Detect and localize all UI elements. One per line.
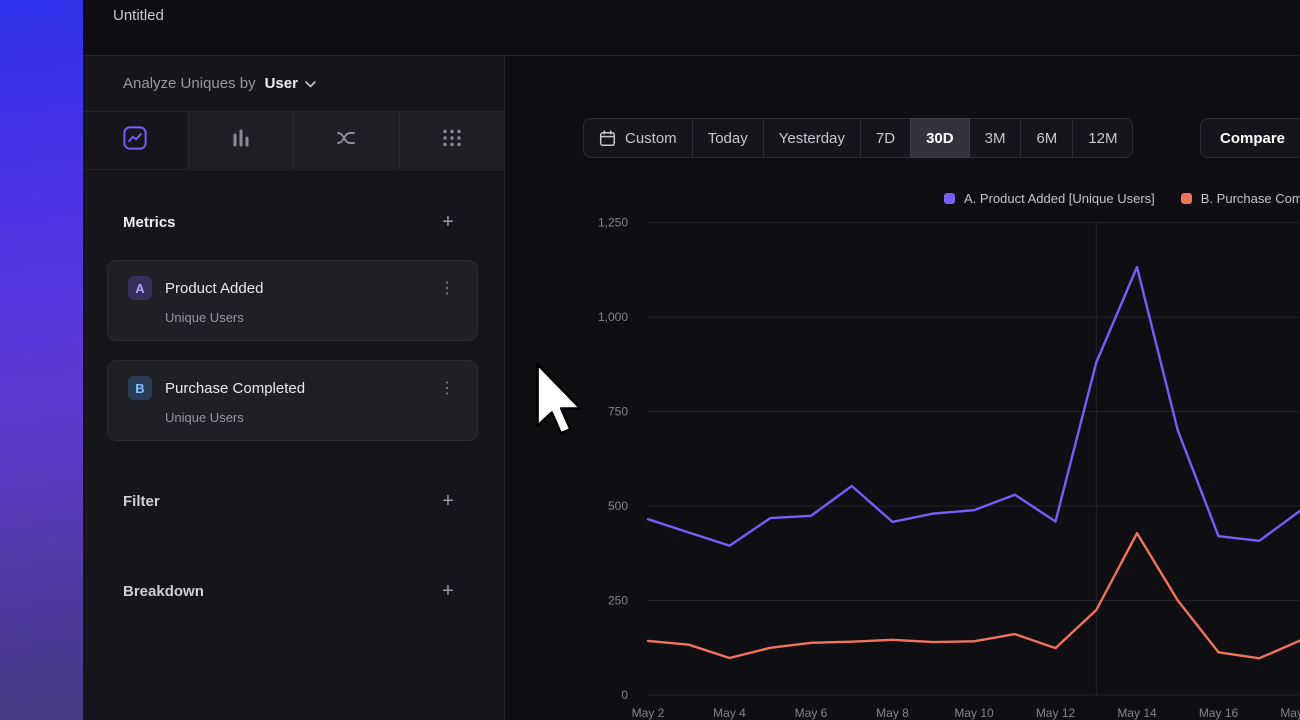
date-range-selector: CustomTodayYesterday7D30D3M6M12M — [583, 118, 1133, 158]
kebab-menu-icon[interactable]: ⋮ — [432, 378, 463, 398]
svg-text:May 2: May 2 — [632, 706, 665, 720]
add-filter-button[interactable]: + — [438, 491, 458, 511]
svg-text:250: 250 — [608, 594, 628, 608]
legend-swatch — [1181, 193, 1192, 204]
svg-text:May 18: May 18 — [1280, 706, 1300, 720]
accent-gradient-strip — [0, 0, 83, 720]
svg-text:750: 750 — [608, 405, 628, 419]
svg-text:May 8: May 8 — [876, 706, 909, 720]
main-panel: 0 250 500 750 1,000 1,250 May 2 May 4 May 6 May 8… — [505, 56, 1300, 720]
date-range-30d[interactable]: 30D — [910, 118, 970, 158]
legend-label: A. Product Added [Unique Users] — [964, 191, 1155, 206]
top-header: Untitled — [83, 0, 1300, 56]
sidebar-section-title: Breakdown — [123, 583, 204, 600]
date-range-7d[interactable]: 7D — [860, 118, 911, 158]
metrics-title: Metrics — [123, 214, 176, 231]
chevron-down-icon — [305, 75, 316, 93]
tab-retention[interactable] — [399, 112, 505, 169]
metric-subtitle: Unique Users — [165, 410, 463, 425]
tab-funnels[interactable] — [188, 112, 294, 169]
sidebar-section-header: Filter + — [83, 489, 504, 513]
date-range-3m[interactable]: 3M — [969, 118, 1022, 158]
analyze-label: Analyze Uniques by — [123, 75, 256, 92]
svg-text:0: 0 — [621, 688, 628, 702]
date-range-6m[interactable]: 6M — [1020, 118, 1073, 158]
metric-card-list: A Product Added ⋮ Unique Users B Purchas… — [107, 260, 478, 441]
svg-text:500: 500 — [608, 499, 628, 513]
analyze-entity-dropdown[interactable]: User — [265, 75, 316, 93]
date-range-today[interactable]: Today — [692, 118, 764, 158]
metrics-section-header: Metrics + — [83, 210, 504, 234]
legend-item[interactable]: A. Product Added [Unique Users] — [944, 191, 1155, 206]
sidebar-section-title: Filter — [123, 493, 160, 510]
kebab-menu-icon[interactable]: ⋮ — [432, 278, 463, 298]
metric-title: Purchase Completed — [165, 380, 432, 397]
report-type-tabs — [83, 112, 504, 170]
funnels-icon — [230, 127, 252, 154]
svg-text:May 16: May 16 — [1199, 706, 1239, 720]
legend-item[interactable]: B. Purchase Completed [Unique Users] — [1181, 191, 1300, 206]
add-metric-button[interactable]: + — [438, 212, 458, 232]
metric-letter-badge: A — [128, 276, 152, 300]
insights-icon — [122, 125, 148, 156]
legend-label: B. Purchase Completed [Unique Users] — [1201, 191, 1300, 206]
svg-text:May 6: May 6 — [795, 706, 828, 720]
svg-text:May 10: May 10 — [954, 706, 994, 720]
metric-subtitle: Unique Users — [165, 310, 463, 325]
svg-text:May 4: May 4 — [713, 706, 746, 720]
retention-icon — [441, 127, 463, 154]
app-window: Untitled Analyze Uniques by User Metrics… — [0, 0, 1300, 720]
metric-card[interactable]: A Product Added ⋮ Unique Users — [107, 260, 478, 341]
analyze-row: Analyze Uniques by User — [83, 56, 504, 112]
add-breakdown-button[interactable]: + — [438, 581, 458, 601]
report-title[interactable]: Untitled — [113, 7, 164, 24]
flows-icon — [335, 127, 357, 154]
date-range-custom[interactable]: Custom — [583, 118, 693, 158]
metric-letter-badge: B — [128, 376, 152, 400]
svg-text:May 12: May 12 — [1036, 706, 1076, 720]
svg-text:1,250: 1,250 — [598, 216, 628, 230]
sidebar-section-header: Breakdown + — [83, 579, 504, 603]
analyze-entity-value: User — [265, 75, 298, 92]
legend-swatch — [944, 193, 955, 204]
sidebar: Analyze Uniques by User Metrics + A Prod… — [83, 56, 505, 720]
date-range-yesterday[interactable]: Yesterday — [763, 118, 861, 158]
chart-legend: A. Product Added [Unique Users] B. Purcha… — [944, 191, 1300, 206]
tab-insights[interactable] — [83, 112, 188, 169]
svg-text:May 14: May 14 — [1117, 706, 1157, 720]
svg-text:1,000: 1,000 — [598, 310, 628, 324]
compare-label: Compare — [1220, 130, 1285, 147]
metric-card[interactable]: B Purchase Completed ⋮ Unique Users — [107, 360, 478, 441]
calendar-icon — [599, 130, 616, 147]
date-range-12m[interactable]: 12M — [1072, 118, 1133, 158]
compare-button[interactable]: Compare — [1200, 118, 1300, 158]
metric-title: Product Added — [165, 280, 432, 297]
tab-flows[interactable] — [293, 112, 399, 169]
